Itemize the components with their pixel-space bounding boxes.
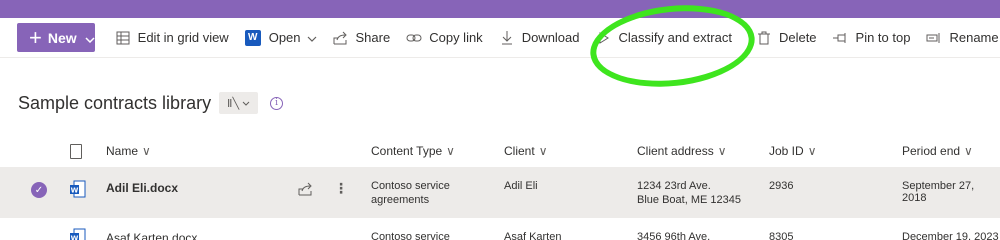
play-icon	[596, 30, 612, 46]
chevron-down-icon: ∨	[964, 144, 973, 158]
checkmark-icon[interactable]: ✓	[31, 182, 47, 198]
svg-text:W: W	[71, 187, 79, 195]
rename-icon	[926, 30, 942, 46]
content-type-cell: Contoso service	[371, 231, 450, 240]
pin-to-top-label: Pin to top	[855, 30, 911, 45]
chevron-down-icon: ∨	[538, 144, 548, 158]
file-type-icon[interactable]	[70, 144, 82, 159]
table-row[interactable]: ✓ W Adil Eli.docx ⋮ Contoso service agre…	[0, 168, 1000, 218]
share-label: Share	[355, 30, 391, 45]
word-icon: W	[244, 29, 261, 46]
chevron-down-icon: ∨	[446, 144, 455, 158]
download-label: Download	[521, 30, 580, 45]
trash-icon	[756, 30, 772, 46]
word-document-icon: W	[70, 228, 86, 240]
page-title: Sample contracts library	[18, 92, 212, 113]
client-address-cell: 1234 23rd Ave. Blue Boat, ME 12345	[637, 179, 741, 207]
file-name-link[interactable]: Adil Eli.docx	[106, 181, 178, 195]
chevron-down-icon: ∨	[807, 144, 817, 158]
column-header-period-end-label: Period end	[902, 144, 961, 158]
new-button-label: New	[47, 29, 77, 46]
copy-link-button[interactable]: Copy link	[398, 18, 490, 58]
address-line-1: 1234 23rd Ave.	[637, 180, 711, 192]
content-type-cell: Contoso service agreements	[371, 179, 450, 207]
job-id-cell: 2936	[769, 180, 794, 192]
job-id-cell: 8305	[769, 231, 794, 240]
period-end-cell: December 19, 2023	[902, 231, 999, 240]
download-icon	[499, 30, 515, 46]
more-options-icon[interactable]: ⋮	[334, 180, 348, 197]
library-view-icon: Ⅱ╲	[227, 97, 240, 110]
classify-and-extract-button[interactable]: Classify and extract	[588, 18, 740, 58]
content-type-line-1: Contoso service	[371, 180, 450, 192]
edit-in-grid-view-button[interactable]: Edit in grid view	[107, 18, 237, 58]
column-header-name-label: Name	[106, 144, 139, 158]
library-header: Sample contracts library Ⅱ╲ i	[18, 92, 284, 114]
file-name-link[interactable]: Asaf Karten.docx	[106, 231, 197, 240]
plus-icon: +	[29, 24, 42, 50]
copy-link-label: Copy link	[429, 30, 483, 45]
column-header-job-id-label: Job ID	[769, 144, 804, 158]
client-cell: Adil Eli	[504, 180, 538, 192]
client-cell: Asaf Karten	[504, 231, 562, 240]
info-icon[interactable]: i	[270, 96, 284, 110]
edit-in-grid-view-label: Edit in grid view	[137, 30, 229, 45]
rename-label: Rename	[949, 30, 999, 45]
table-row[interactable]: W Asaf Karten.docx Contoso service Asaf …	[0, 218, 1000, 240]
classify-and-extract-label: Classify and extract	[618, 30, 732, 45]
column-header-client-address[interactable]: Client address ∨	[637, 144, 727, 158]
chevron-down-icon	[85, 30, 95, 46]
svg-text:W: W	[71, 235, 79, 240]
column-header-content-type[interactable]: Content Type ∨	[371, 144, 455, 158]
delete-label: Delete	[778, 30, 817, 45]
download-button[interactable]: Download	[491, 18, 588, 58]
table-header: Name ∨ Content Type ∨ Client ∨ Client addre…	[0, 134, 1000, 168]
column-header-name[interactable]: Name ∨	[106, 144, 151, 158]
column-header-content-type-label: Content Type	[371, 144, 443, 158]
address-line-2: Blue Boat, ME 12345	[637, 194, 741, 206]
word-document-icon: W	[70, 180, 86, 198]
rename-button[interactable]: Rename	[918, 18, 1000, 58]
share-button[interactable]: Share	[325, 18, 399, 58]
open-button[interactable]: W Open	[237, 18, 325, 58]
pin-to-top-button[interactable]: Pin to top	[825, 18, 919, 58]
view-switcher-button[interactable]: Ⅱ╲	[219, 92, 259, 114]
client-address-cell: 3456 96th Ave.	[637, 231, 711, 240]
chevron-down-icon	[307, 30, 317, 45]
share-icon	[333, 30, 349, 46]
chevron-down-icon: ∨	[717, 144, 727, 158]
share-icon[interactable]	[298, 182, 313, 199]
chevron-down-icon: ∨	[142, 144, 151, 158]
column-header-period-end[interactable]: Period end ∨	[902, 144, 973, 158]
column-header-client-address-label: Client address	[637, 144, 714, 158]
content-type-line-2: agreements	[371, 194, 430, 206]
pin-icon	[832, 30, 849, 46]
column-header-job-id[interactable]: Job ID ∨	[769, 144, 816, 158]
column-header-client[interactable]: Client ∨	[504, 144, 547, 158]
period-end-cell: September 27, 2018	[902, 180, 975, 204]
grid-icon	[115, 30, 131, 46]
new-button[interactable]: + New	[17, 23, 95, 52]
open-label: Open	[268, 30, 301, 45]
suite-header-bar	[0, 0, 1000, 18]
delete-button[interactable]: Delete	[748, 18, 825, 58]
command-bar: + New Edit in grid view W Open Share Cop…	[0, 18, 1000, 58]
link-icon	[406, 30, 422, 46]
column-header-client-label: Client	[504, 144, 535, 158]
